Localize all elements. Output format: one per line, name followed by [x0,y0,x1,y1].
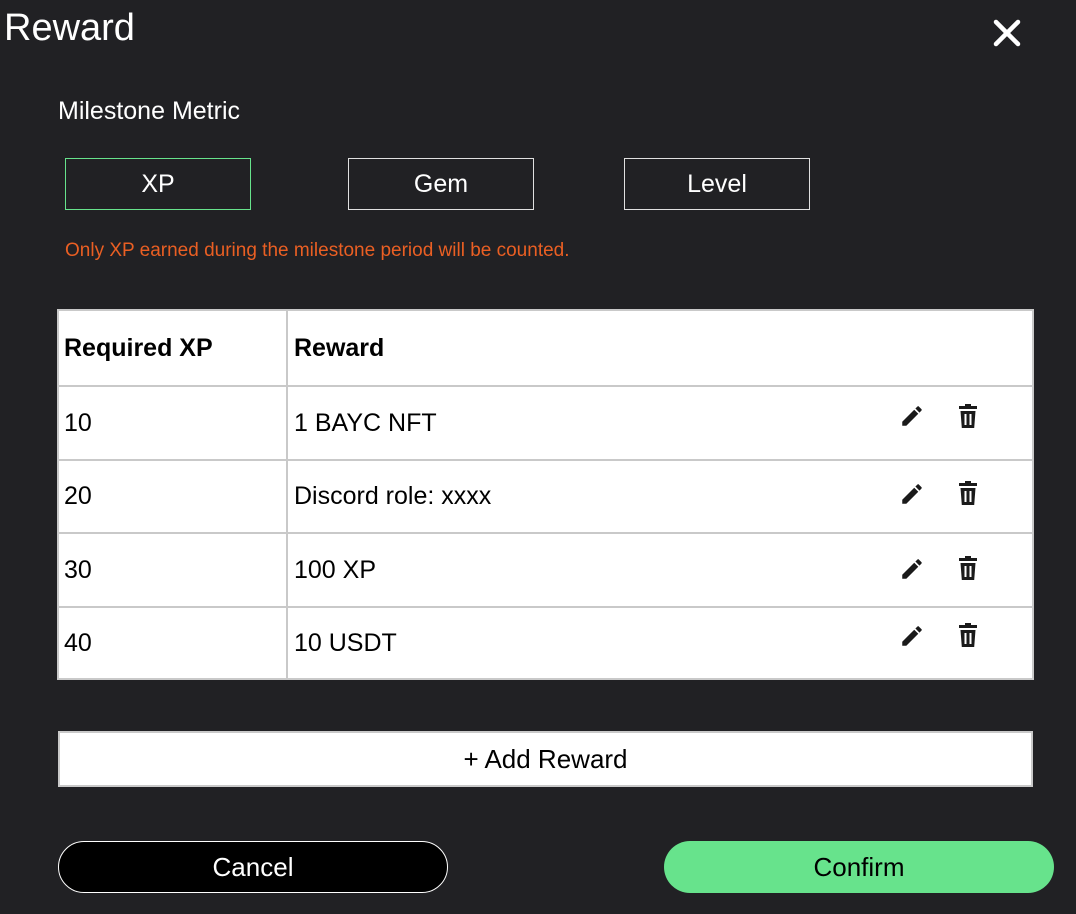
header-required-xp: Required XP [59,311,288,385]
add-reward-button[interactable]: + Add Reward [58,731,1033,787]
trash-icon [959,481,977,505]
delete-button[interactable] [953,401,983,431]
table-header-row: Required XP Reward [59,311,1032,387]
rewards-table: Required XP Reward 10 1 BAYC NFT 20 Disc… [57,309,1034,680]
required-xp-cell: 20 [59,461,288,532]
metric-option-level[interactable]: Level [624,158,810,210]
edit-button[interactable] [897,479,927,509]
trash-icon [959,404,977,428]
edit-button[interactable] [897,621,927,651]
close-button[interactable] [986,12,1028,54]
delete-button[interactable] [953,620,983,650]
table-row: 10 1 BAYC NFT [59,387,1032,461]
header-reward: Reward [294,333,385,362]
table-row: 20 Discord role: xxxx [59,461,1032,534]
table-row: 40 10 USDT [59,608,1032,678]
required-xp-cell: 40 [59,608,288,678]
milestone-metric-label: Milestone Metric [58,97,240,125]
pencil-icon [902,626,922,646]
trash-icon [959,556,977,580]
edit-button[interactable] [897,554,927,584]
required-xp-cell: 10 [59,387,288,459]
required-xp-cell: 30 [59,534,288,606]
delete-button[interactable] [953,553,983,583]
trash-icon [959,623,977,647]
metric-option-xp[interactable]: XP [65,158,251,210]
reward-dialog: Reward Milestone Metric XP Gem Level Onl… [0,0,1076,914]
close-icon [993,19,1021,47]
pencil-icon [902,406,922,426]
dialog-title: Reward [4,7,135,49]
confirm-button[interactable]: Confirm [664,841,1054,893]
cancel-button[interactable]: Cancel [58,841,448,893]
metric-hint: Only XP earned during the milestone peri… [65,240,570,261]
table-row: 30 100 XP [59,534,1032,608]
metric-option-gem[interactable]: Gem [348,158,534,210]
pencil-icon [902,559,922,579]
edit-button[interactable] [897,401,927,431]
pencil-icon [902,484,922,504]
delete-button[interactable] [953,478,983,508]
